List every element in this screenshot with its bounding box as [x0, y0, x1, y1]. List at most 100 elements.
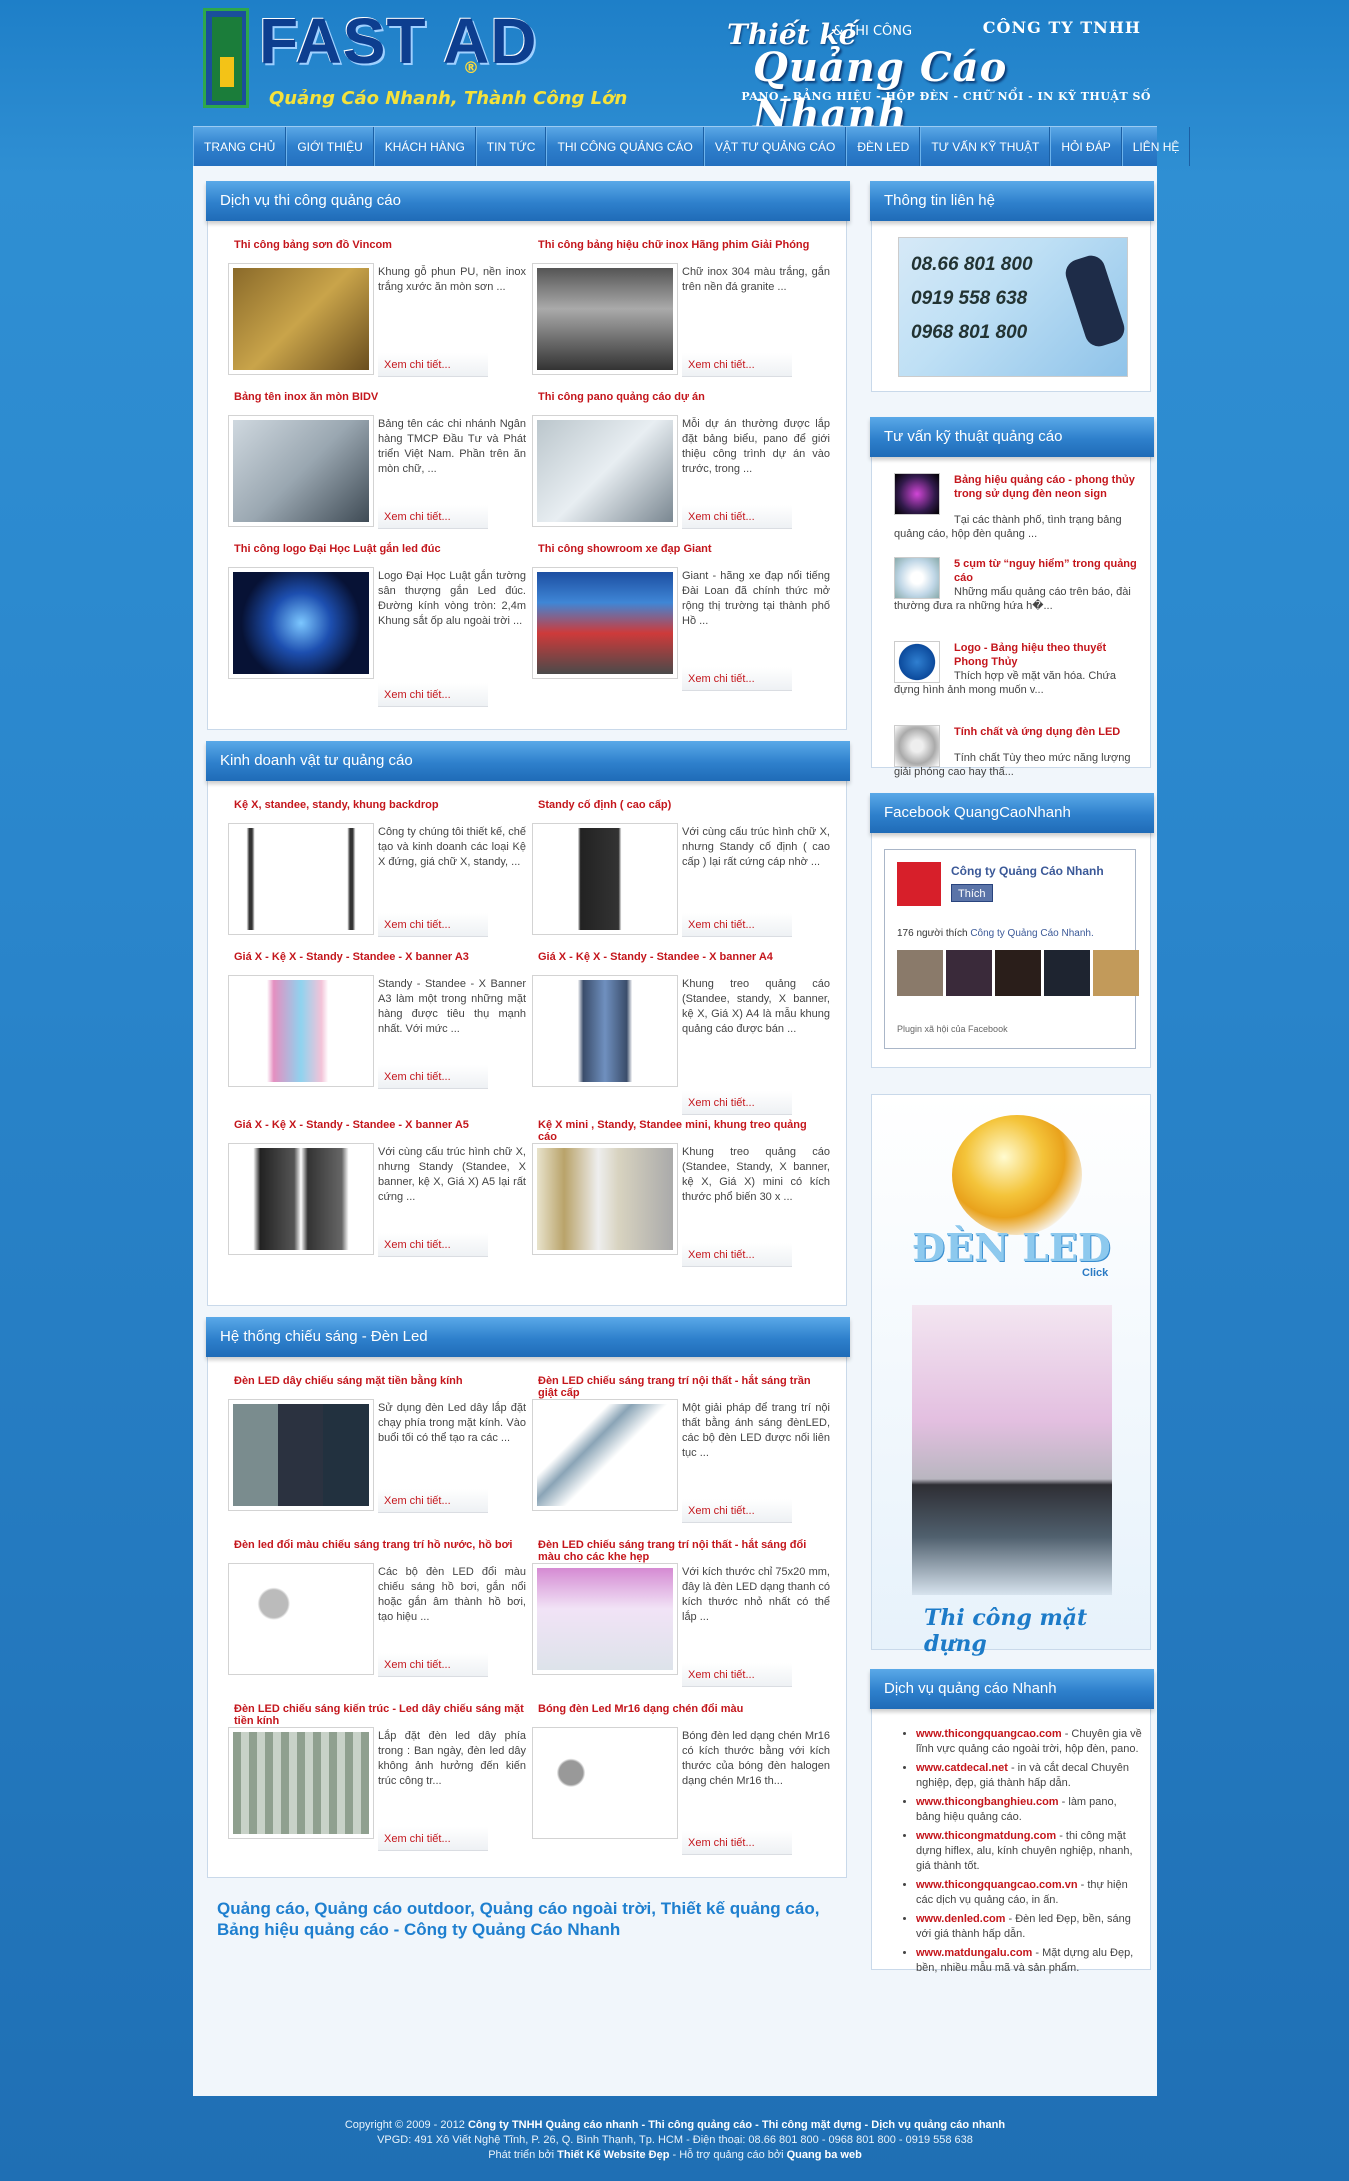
- item-title[interactable]: Đèn LED dây chiếu sáng mặt tiền bằng kín…: [234, 1375, 524, 1387]
- read-more-link[interactable]: Xem chi tiết...: [682, 1499, 792, 1523]
- item-thumbnail[interactable]: [228, 1727, 374, 1839]
- item-thumbnail[interactable]: [228, 567, 374, 679]
- footer-company[interactable]: Công ty TNHH Quảng cáo nhanh - Thi công …: [468, 2119, 1005, 2131]
- item-thumbnail[interactable]: [228, 975, 374, 1087]
- item-title[interactable]: Bóng đèn Led Mr16 dạng chén đổi màu: [538, 1703, 828, 1715]
- nav-item-customers[interactable]: KHÁCH HÀNG: [373, 127, 476, 166]
- tip-title[interactable]: Logo - Bảng hiệu theo thuyết Phong Thủy: [954, 641, 1138, 669]
- nav-item-led[interactable]: ĐÈN LED: [846, 127, 921, 166]
- avatar[interactable]: [946, 950, 992, 996]
- item-thumbnail[interactable]: [228, 1563, 374, 1675]
- item-thumbnail[interactable]: [228, 1143, 374, 1255]
- read-more-link[interactable]: Xem chi tiết...: [378, 1489, 488, 1513]
- nav-item-construction[interactable]: THI CÔNG QUẢNG CÁO: [546, 127, 704, 166]
- tip-item[interactable]: Bảng hiệu quảng cáo - phong thủy trong s…: [894, 473, 1138, 557]
- service-site[interactable]: www.thicongbanghieu.com: [916, 1796, 1059, 1808]
- list-item[interactable]: Bóng đèn Led Mr16 dạng chén đổi màu Bóng…: [532, 1703, 830, 1863]
- list-item[interactable]: Thi công bảng hiệu chữ inox Hãng phim Gi…: [532, 239, 830, 399]
- service-site[interactable]: www.denled.com: [916, 1913, 1005, 1925]
- service-site[interactable]: www.thicongquangcao.com.vn: [916, 1879, 1078, 1891]
- promo-banner-led-facade[interactable]: ĐÈN LED Click Thi công mặt dựng: [871, 1094, 1151, 1657]
- read-more-link[interactable]: Xem chi tiết...: [378, 913, 488, 937]
- logo-text[interactable]: FAST AD: [259, 4, 537, 78]
- list-item[interactable]: Thi công showroom xe đạp Giant Giant - h…: [532, 543, 830, 703]
- nav-item-contact[interactable]: LIÊN HỆ: [1121, 127, 1191, 166]
- service-site[interactable]: www.matdungalu.com: [916, 1947, 1032, 1959]
- read-more-link[interactable]: Xem chi tiết...: [378, 1653, 488, 1677]
- item-thumbnail[interactable]: [532, 415, 678, 527]
- item-title[interactable]: Đèn LED chiếu sáng trang trí nội thất - …: [538, 1539, 828, 1563]
- logo-mark-icon[interactable]: [203, 8, 249, 108]
- item-thumbnail[interactable]: [532, 975, 678, 1087]
- list-item[interactable]: Giá X - Kệ X - Standy - Standee - X bann…: [228, 1119, 526, 1279]
- tip-item[interactable]: 5 cụm từ “nguy hiểm” trong quảng cáo Nhữ…: [894, 557, 1138, 641]
- item-thumbnail[interactable]: [532, 567, 678, 679]
- list-item[interactable]: Giá X - Kệ X - Standy - Standee - X bann…: [228, 951, 526, 1111]
- item-title[interactable]: Standy cố định ( cao cấp): [538, 799, 828, 811]
- fb-like-button[interactable]: Thích: [951, 884, 993, 902]
- item-thumbnail[interactable]: [228, 415, 374, 527]
- item-title[interactable]: Thi công logo Đại Học Luật gắn led đúc: [234, 543, 524, 555]
- neon-sign-icon[interactable]: [894, 473, 940, 515]
- read-more-link[interactable]: Xem chi tiết...: [682, 1663, 792, 1687]
- list-item[interactable]: Bảng tên inox ăn mòn BIDV Bảng tên các c…: [228, 391, 526, 551]
- avatar[interactable]: [995, 950, 1041, 996]
- read-more-link[interactable]: Xem chi tiết...: [378, 1827, 488, 1851]
- read-more-link[interactable]: Xem chi tiết...: [682, 1831, 792, 1855]
- item-title[interactable]: Thi công bảng sơn đồ Vincom: [234, 239, 524, 251]
- tip-title[interactable]: Bảng hiệu quảng cáo - phong thủy trong s…: [954, 473, 1138, 501]
- item-thumbnail[interactable]: [532, 1563, 678, 1675]
- list-item[interactable]: Đèn LED chiếu sáng trang trí nội thất - …: [532, 1539, 830, 1699]
- list-item[interactable]: Thi công bảng sơn đồ Vincom Khung gỗ phu…: [228, 239, 526, 399]
- read-more-link[interactable]: Xem chi tiết...: [378, 505, 488, 529]
- tip-item[interactable]: Logo - Bảng hiệu theo thuyết Phong Thủy …: [894, 641, 1138, 725]
- avatar[interactable]: [1044, 950, 1090, 996]
- item-title[interactable]: Đèn led đổi màu chiếu sáng trang trí hồ …: [234, 1539, 524, 1551]
- item-title[interactable]: Thi công pano quảng cáo dự án: [538, 391, 828, 403]
- item-title[interactable]: Đèn LED chiếu sáng kiến trúc - Led dây c…: [234, 1703, 524, 1727]
- nav-item-tech-advice[interactable]: TƯ VẤN KỸ THUẬT: [920, 127, 1051, 166]
- nav-item-about[interactable]: GIỚI THIỆU: [286, 127, 374, 166]
- item-title[interactable]: Thi công bảng hiệu chữ inox Hãng phim Gi…: [538, 239, 828, 251]
- nav-item-faq[interactable]: HỎI ĐÁP: [1050, 127, 1122, 166]
- service-link-item[interactable]: www.thicongquangcao.com.vn - thự hiện cá…: [916, 1878, 1142, 1908]
- item-thumbnail[interactable]: [532, 263, 678, 375]
- list-item[interactable]: Đèn LED chiếu sáng kiến trúc - Led dây c…: [228, 1703, 526, 1863]
- list-item[interactable]: Kệ X mini , Standy, Standee mini, khung …: [532, 1119, 830, 1279]
- item-title[interactable]: Thi công showroom xe đạp Giant: [538, 543, 828, 555]
- read-more-link[interactable]: Xem chi tiết...: [682, 667, 792, 691]
- tip-title[interactable]: Tính chất và ứng dụng đèn LED: [954, 725, 1138, 739]
- list-item[interactable]: Giá X - Kệ X - Standy - Standee - X bann…: [532, 951, 830, 1115]
- list-item[interactable]: Đèn led đổi màu chiếu sáng trang trí hồ …: [228, 1539, 526, 1699]
- item-thumbnail[interactable]: [532, 1727, 678, 1839]
- fb-count-link[interactable]: Công ty Quảng Cáo Nhanh.: [970, 928, 1093, 939]
- list-item[interactable]: Kệ X, standee, standy, khung backdrop Cô…: [228, 799, 526, 959]
- item-title[interactable]: Đèn LED chiếu sáng trang trí nội thất - …: [538, 1375, 828, 1399]
- read-more-link[interactable]: Xem chi tiết...: [682, 1243, 792, 1267]
- item-thumbnail[interactable]: [228, 823, 374, 935]
- footer-dev-link[interactable]: Thiết Kế Website Đẹp: [557, 2149, 669, 2161]
- service-link-item[interactable]: www.thicongbanghieu.com - làm pano, bảng…: [916, 1795, 1142, 1825]
- item-thumbnail[interactable]: [228, 263, 374, 375]
- tip-title[interactable]: 5 cụm từ “nguy hiểm” trong quảng cáo: [954, 557, 1138, 585]
- list-item[interactable]: Standy cố định ( cao cấp) Với cùng cấu t…: [532, 799, 830, 959]
- service-site[interactable]: www.thicongmatdung.com: [916, 1830, 1056, 1842]
- read-more-link[interactable]: Xem chi tiết...: [378, 1065, 488, 1089]
- list-item[interactable]: Đèn LED dây chiếu sáng mặt tiền bằng kín…: [228, 1375, 526, 1535]
- item-title[interactable]: Kệ X, standee, standy, khung backdrop: [234, 799, 524, 811]
- list-item[interactable]: Thi công logo Đại Học Luật gắn led đúc L…: [228, 543, 526, 707]
- read-more-link[interactable]: Xem chi tiết...: [682, 1091, 792, 1115]
- footer-support-link[interactable]: Quang ba web: [787, 2149, 862, 2161]
- service-site[interactable]: www.catdecal.net: [916, 1762, 1008, 1774]
- fb-page-name[interactable]: Công ty Quảng Cáo Nhanh: [951, 864, 1104, 878]
- service-link-item[interactable]: www.thicongmatdung.com - thi công mặt dự…: [916, 1829, 1142, 1874]
- read-more-link[interactable]: Xem chi tiết...: [378, 353, 488, 377]
- avatar[interactable]: [1093, 950, 1139, 996]
- item-thumbnail[interactable]: [532, 823, 678, 935]
- item-title[interactable]: Bảng tên inox ăn mòn BIDV: [234, 391, 524, 403]
- read-more-link[interactable]: Xem chi tiết...: [682, 505, 792, 529]
- service-link-item[interactable]: www.thicongquangcao.com - Chuyên gia về …: [916, 1727, 1142, 1757]
- read-more-link[interactable]: Xem chi tiết...: [682, 353, 792, 377]
- item-title[interactable]: Giá X - Kệ X - Standy - Standee - X bann…: [538, 951, 828, 963]
- item-title[interactable]: Giá X - Kệ X - Standy - Standee - X bann…: [234, 1119, 524, 1131]
